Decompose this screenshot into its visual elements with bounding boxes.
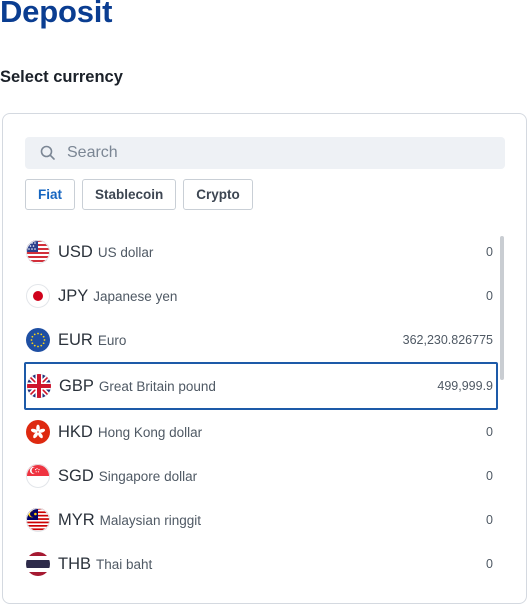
hk-flag-icon <box>26 420 50 444</box>
currency-name: Malaysian ringgit <box>99 512 201 528</box>
currency-row-eur[interactable]: EUR Euro 362,230.826775 <box>24 318 498 362</box>
currency-row-sgd[interactable]: SGD Singapore dollar 0 <box>24 454 498 498</box>
currency-balance: 0 <box>486 557 493 571</box>
currency-code: GBP <box>59 376 94 395</box>
currency-code: EUR <box>58 330 93 349</box>
currency-name: Hong Kong dollar <box>97 424 203 440</box>
us-flag-icon <box>26 240 50 264</box>
currency-list: USD US dollar 0 JPY Japanese yen 0 EUR E… <box>24 230 498 586</box>
currency-code: SGD <box>58 466 94 485</box>
currency-code: USD <box>58 242 93 261</box>
th-flag-icon <box>26 552 50 576</box>
eu-flag-icon <box>26 328 50 352</box>
tab-stablecoin[interactable]: Stablecoin <box>82 179 177 210</box>
currency-balance: 0 <box>486 513 493 527</box>
tab-crypto[interactable]: Crypto <box>183 179 253 210</box>
currency-code: MYR <box>58 510 95 529</box>
jp-flag-icon <box>26 284 50 308</box>
currency-row-jpy[interactable]: JPY Japanese yen 0 <box>24 274 498 318</box>
currency-row-hkd[interactable]: HKD Hong Kong dollar 0 <box>24 410 498 454</box>
currency-name: Singapore dollar <box>98 468 198 484</box>
search-icon <box>40 145 55 160</box>
currency-balance: 0 <box>486 425 493 439</box>
currency-balance: 0 <box>486 289 493 303</box>
search-input[interactable] <box>67 144 505 162</box>
currency-name: Euro <box>97 332 127 348</box>
currency-code: HKD <box>58 422 93 441</box>
currency-balance: 499,999.9 <box>437 379 493 393</box>
list-scrollbar[interactable] <box>500 236 504 380</box>
currency-row-usd[interactable]: USD US dollar 0 <box>24 230 498 274</box>
section-title: Select currency <box>0 68 123 86</box>
currency-name: US dollar <box>97 244 154 260</box>
currency-balance: 0 <box>486 245 493 259</box>
my-flag-icon <box>26 508 50 532</box>
currency-balance: 362,230.826775 <box>402 333 493 347</box>
currency-row-myr[interactable]: MYR Malaysian ringgit 0 <box>24 498 498 542</box>
currency-name: Japanese yen <box>93 288 178 304</box>
page-title: Deposit <box>0 0 113 29</box>
currency-row-gbp[interactable]: GBP Great Britain pound 499,999.9 <box>24 362 498 410</box>
sg-flag-icon <box>26 464 50 488</box>
currency-type-tabs: Fiat Stablecoin Crypto <box>25 179 253 210</box>
tab-fiat[interactable]: Fiat <box>25 179 76 210</box>
currency-code: THB <box>58 554 91 573</box>
currency-balance: 0 <box>486 469 493 483</box>
currency-code: JPY <box>58 286 89 305</box>
search-bar[interactable] <box>25 137 505 169</box>
currency-name: Thai baht <box>96 556 153 572</box>
gb-flag-icon <box>27 374 51 398</box>
currency-row-thb[interactable]: THB Thai baht 0 <box>24 542 498 586</box>
currency-panel: Fiat Stablecoin Crypto <box>2 113 527 604</box>
currency-name: Great Britain pound <box>98 378 216 394</box>
